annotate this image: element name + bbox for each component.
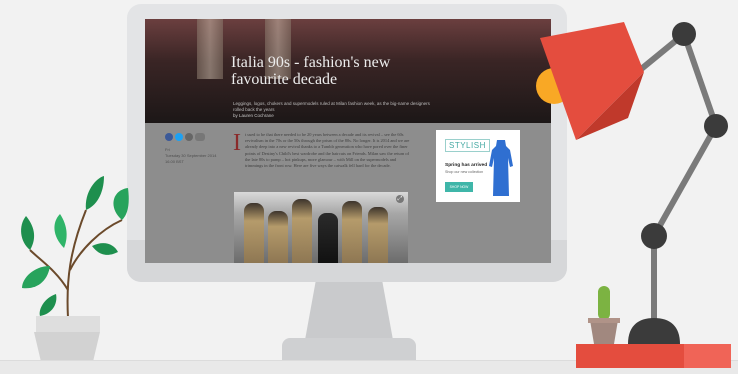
photo-model xyxy=(268,211,288,263)
article-photo: ⤢ xyxy=(234,192,408,263)
monitor-neck xyxy=(305,282,393,340)
plant-illustration xyxy=(21,176,129,319)
ad-logo: STYLISH xyxy=(445,139,490,152)
twitter-icon[interactable] xyxy=(175,133,183,141)
article-standfirst: Leggings, logos, chokers and supermodels… xyxy=(233,101,430,112)
ad-title: Spring has arrived xyxy=(445,163,488,168)
photo-model xyxy=(244,203,264,263)
monitor-base xyxy=(282,338,416,360)
photo-model xyxy=(292,199,312,263)
dress-image xyxy=(489,140,513,196)
desk-lamp xyxy=(536,22,728,344)
share-buttons xyxy=(165,133,205,141)
facebook-icon[interactable] xyxy=(165,133,173,141)
plant-pot xyxy=(34,332,100,360)
drop-cap: I xyxy=(233,130,241,156)
plant-pot-rim xyxy=(36,316,100,332)
ad-subtitle: Shop our new collection xyxy=(445,170,484,174)
advertisement[interactable]: STYLISH Spring has arrived Shop our new … xyxy=(436,130,520,202)
expand-icon[interactable]: ⤢ xyxy=(396,195,404,203)
ad-shop-button[interactable]: SHOP NOW xyxy=(445,182,473,192)
desk xyxy=(576,344,731,368)
desk-highlight xyxy=(684,344,731,368)
article-paragraph: t used to be that there needed to be 20 … xyxy=(245,132,410,169)
photo-model xyxy=(342,201,362,263)
screen: Italia 90s - fashion's new favourite dec… xyxy=(145,19,551,263)
article-byline[interactable]: by Lauren Cochrane xyxy=(233,113,274,118)
email-icon[interactable] xyxy=(185,133,193,141)
share-count-badge xyxy=(195,133,205,141)
article-hero: Italia 90s - fashion's new favourite dec… xyxy=(145,19,551,123)
article-title: Italia 90s - fashion's new favourite dec… xyxy=(231,54,391,88)
article-meta: Fri Tuesday 30 September 2014 16.00 BST xyxy=(165,147,217,164)
hero-image-legs xyxy=(197,19,223,79)
photo-model xyxy=(368,207,388,263)
photo-model xyxy=(318,213,338,263)
